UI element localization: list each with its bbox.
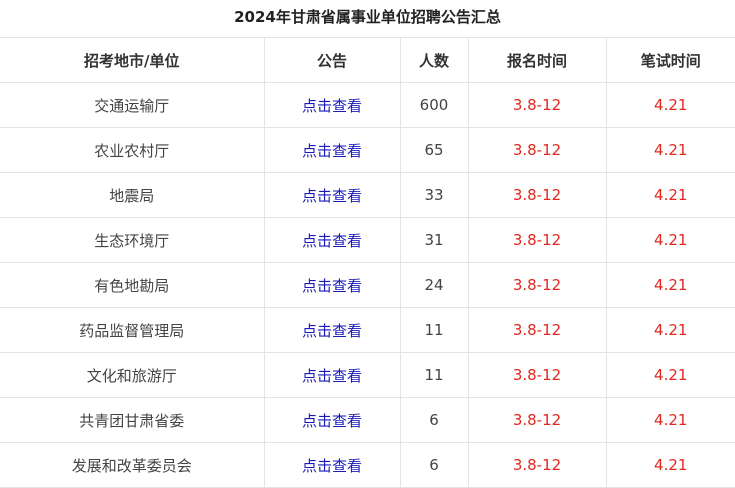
- header-signup-time: 报名时间: [467, 38, 607, 83]
- unit-cell: 地震局: [0, 172, 265, 218]
- signup-time-cell: 3.8-12: [467, 307, 607, 353]
- unit-cell: 共青团甘肃省委: [0, 397, 265, 443]
- page-title: 2024年甘肃省属事业单位招聘公告汇总: [0, 0, 735, 38]
- signup-time-cell: 3.8-12: [467, 262, 607, 308]
- unit-cell: 有色地勘局: [0, 262, 265, 308]
- table-row: 交通运输厅 点击查看 600 3.8-12 4.21: [0, 82, 735, 128]
- table-row: 地震局 点击查看 33 3.8-12 4.21: [0, 172, 735, 218]
- header-notice: 公告: [263, 38, 401, 83]
- count-cell: 600: [399, 82, 469, 128]
- count-cell: 11: [399, 307, 469, 353]
- recruitment-table: 招考地市/单位 公告 人数 报名时间 笔试时间 交通运输厅 点击查看 600 3…: [0, 38, 735, 488]
- table-row: 共青团甘肃省委 点击查看 6 3.8-12 4.21: [0, 397, 735, 443]
- exam-time-cell: 4.21: [605, 127, 735, 173]
- exam-time-cell: 4.21: [605, 217, 735, 263]
- unit-cell: 文化和旅游厅: [0, 352, 265, 398]
- exam-time-cell: 4.21: [605, 442, 735, 488]
- exam-time-cell: 4.21: [605, 352, 735, 398]
- count-cell: 6: [399, 442, 469, 488]
- table-row: 农业农村厅 点击查看 65 3.8-12 4.21: [0, 127, 735, 173]
- table-row: 文化和旅游厅 点击查看 11 3.8-12 4.21: [0, 352, 735, 398]
- view-notice-link[interactable]: 点击查看: [302, 232, 362, 250]
- signup-time-cell: 3.8-12: [467, 127, 607, 173]
- view-notice-link[interactable]: 点击查看: [302, 457, 362, 475]
- exam-time-cell: 4.21: [605, 172, 735, 218]
- view-notice-link[interactable]: 点击查看: [302, 97, 362, 115]
- count-cell: 65: [399, 127, 469, 173]
- view-notice-link[interactable]: 点击查看: [302, 322, 362, 340]
- view-notice-link[interactable]: 点击查看: [302, 277, 362, 295]
- count-cell: 24: [399, 262, 469, 308]
- unit-cell: 农业农村厅: [0, 127, 265, 173]
- unit-cell: 药品监督管理局: [0, 307, 265, 353]
- header-unit: 招考地市/单位: [0, 38, 265, 83]
- view-notice-link[interactable]: 点击查看: [302, 142, 362, 160]
- signup-time-cell: 3.8-12: [467, 352, 607, 398]
- exam-time-cell: 4.21: [605, 397, 735, 443]
- table-row: 有色地勘局 点击查看 24 3.8-12 4.21: [0, 262, 735, 308]
- view-notice-link[interactable]: 点击查看: [302, 187, 362, 205]
- signup-time-cell: 3.8-12: [467, 442, 607, 488]
- signup-time-cell: 3.8-12: [467, 82, 607, 128]
- exam-time-cell: 4.21: [605, 82, 735, 128]
- signup-time-cell: 3.8-12: [467, 397, 607, 443]
- unit-cell: 交通运输厅: [0, 82, 265, 128]
- count-cell: 31: [399, 217, 469, 263]
- table-header-row: 招考地市/单位 公告 人数 报名时间 笔试时间: [0, 38, 735, 83]
- view-notice-link[interactable]: 点击查看: [302, 367, 362, 385]
- table-row: 发展和改革委员会 点击查看 6 3.8-12 4.21: [0, 442, 735, 488]
- table-row: 生态环境厅 点击查看 31 3.8-12 4.21: [0, 217, 735, 263]
- count-cell: 6: [399, 397, 469, 443]
- count-cell: 33: [399, 172, 469, 218]
- view-notice-link[interactable]: 点击查看: [302, 412, 362, 430]
- unit-cell: 发展和改革委员会: [0, 442, 265, 488]
- table-row: 药品监督管理局 点击查看 11 3.8-12 4.21: [0, 307, 735, 353]
- exam-time-cell: 4.21: [605, 307, 735, 353]
- unit-cell: 生态环境厅: [0, 217, 265, 263]
- signup-time-cell: 3.8-12: [467, 172, 607, 218]
- header-count: 人数: [399, 38, 469, 83]
- signup-time-cell: 3.8-12: [467, 217, 607, 263]
- exam-time-cell: 4.21: [605, 262, 735, 308]
- header-exam-time: 笔试时间: [605, 38, 735, 83]
- count-cell: 11: [399, 352, 469, 398]
